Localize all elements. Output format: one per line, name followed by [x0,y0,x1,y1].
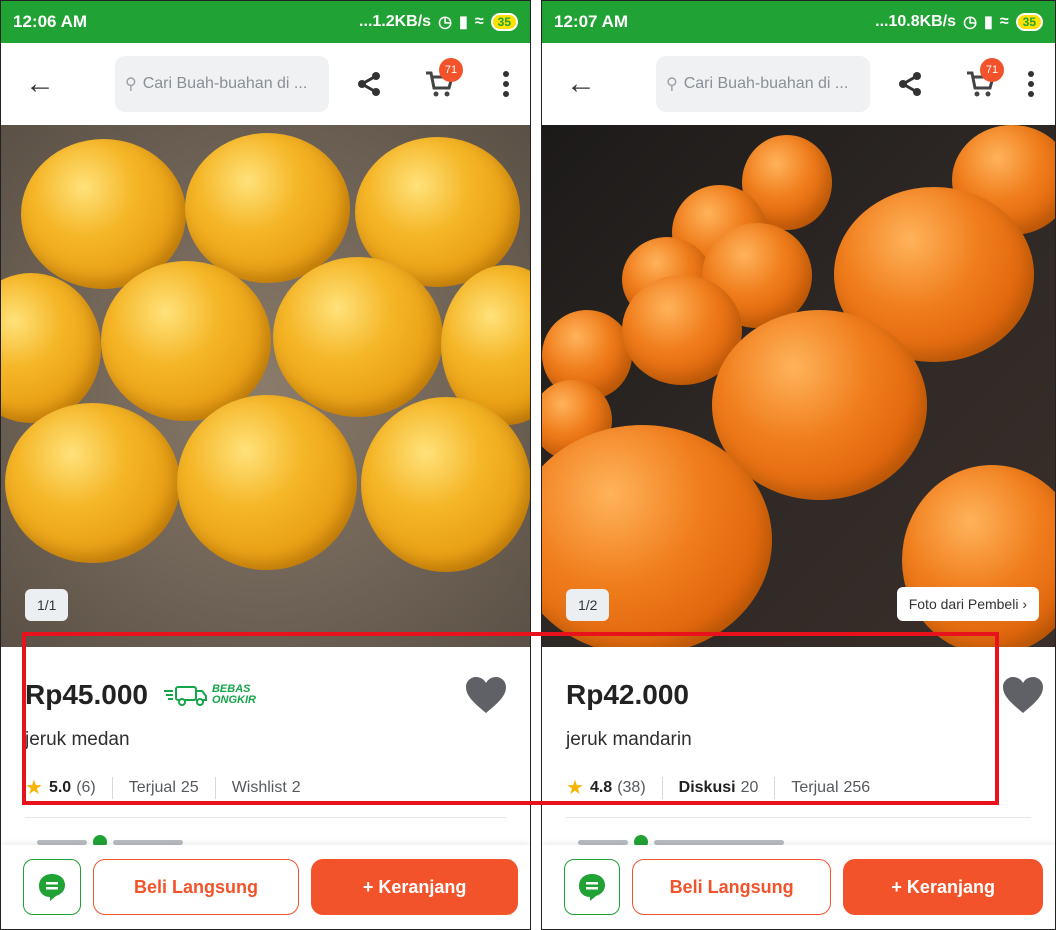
wifi-icon: ≈ [999,13,1009,30]
more-options-icon[interactable] [496,71,516,97]
back-arrow-icon[interactable]: ← [25,67,65,101]
rating-count[interactable]: (6) [76,779,96,797]
search-icon: ⚲ [666,76,678,93]
wishlist-label: Wishlist [231,778,287,796]
chat-icon [38,874,65,901]
product-price: Rp42.000 [566,679,689,710]
product-name: jeruk mandarin [566,729,692,750]
product-photo[interactable]: 1/1 [1,125,530,647]
sold-value: 25 [180,778,199,796]
sold-label: Terjual [791,778,839,796]
discussion-value: 20 [740,778,759,796]
buy-now-button[interactable]: Beli Langsung [631,859,832,915]
product-name: jeruk medan [25,729,130,750]
battery-icon: 35 [1015,13,1043,31]
buyer-photo-button[interactable]: Foto dari Pembeli › [896,587,1039,621]
share-icon[interactable] [349,70,389,98]
status-time: 12:06 AM [13,12,88,31]
wishlist-heart-icon[interactable] [464,675,508,715]
comparison-stage: 12:06 AM ...1.2KB/s ◷ ▮ ≈ 35 ← ⚲ Cari Bu… [0,0,1056,930]
product-stats: ★ 4.8 (38) Diskusi 20 Terjual 256 [566,775,1031,800]
chat-button[interactable] [23,859,81,915]
product-price: Rp45.000 [25,679,148,710]
search-icon: ⚲ [125,76,137,93]
signal-icon: ▮ [459,14,468,31]
buy-now-button[interactable]: Beli Langsung [92,859,300,915]
status-bar: 12:07 AM ...10.8KB/s ◷ ▮ ≈ 35 [542,1,1055,43]
star-icon: ★ [25,777,43,799]
section-divider [25,817,506,818]
rating-count[interactable]: (38) [617,779,645,797]
section-divider [566,817,1031,818]
sold-label: Terjual [128,778,176,796]
wishlist-heart-icon[interactable] [1001,675,1045,715]
add-to-cart-button[interactable]: + Keranjang [843,859,1043,915]
status-time: 12:07 AM [554,12,629,31]
product-info: Rp42.000 jeruk mandarin ★ 4.8 (38) Disku… [542,647,1055,800]
cart-count-badge: 71 [439,58,463,82]
product-photo[interactable]: 1/2 Foto dari Pembeli › [542,125,1055,647]
cart-icon[interactable]: 71 [419,58,463,98]
rating-value: 5.0 [48,778,72,796]
battery-icon: 35 [490,13,518,31]
product-info: Rp45.000 BEBAS ONGKIR jeruk medan ★ 5.0 (… [1,647,530,800]
truck-icon [163,686,207,706]
discussion-label[interactable]: Diskusi [679,779,736,797]
alarm-icon: ◷ [438,14,453,31]
photo-counter: 1/2 [566,589,610,621]
wishlist-value: 2 [291,778,301,796]
free-shipping-badge: BEBAS ONGKIR [162,684,256,706]
back-arrow-icon[interactable]: ← [566,67,606,101]
bottom-action-bar: Beli Langsung + Keranjang [542,845,1055,929]
wifi-icon: ≈ [474,13,484,30]
photo-counter: 1/1 [25,589,69,621]
search-input[interactable]: ⚲ Cari Buah-buahan di ... [115,56,329,112]
cart-icon[interactable]: 71 [960,58,1004,98]
share-icon[interactable] [890,70,930,98]
chat-button[interactable] [564,859,620,915]
top-app-bar: ← ⚲ Cari Buah-buahan di ... 71 [542,43,1055,125]
network-speed: ...1.2KB/s [359,13,432,30]
star-icon: ★ [566,777,584,799]
signal-icon: ▮ [984,14,993,31]
alarm-icon: ◷ [963,14,978,31]
network-speed: ...10.8KB/s [875,13,957,30]
add-to-cart-button[interactable]: + Keranjang [311,859,518,915]
top-app-bar: ← ⚲ Cari Buah-buahan di ... 71 [1,43,530,125]
bottom-action-bar: Beli Langsung + Keranjang [1,845,530,929]
search-placeholder: Cari Buah-buahan di ... [142,75,308,92]
search-placeholder: Cari Buah-buahan di ... [683,75,849,92]
status-bar: 12:06 AM ...1.2KB/s ◷ ▮ ≈ 35 [1,1,530,43]
phone-screen-right: 12:07 AM ...10.8KB/s ◷ ▮ ≈ 35 ← ⚲ Cari B… [541,0,1056,930]
free-shipping-line2: ONGKIR [211,694,256,706]
more-options-icon[interactable] [1021,71,1041,97]
chevron-right-icon: › [1022,596,1027,612]
chat-icon [578,874,605,901]
cart-count-badge: 71 [980,58,1004,82]
search-input[interactable]: ⚲ Cari Buah-buahan di ... [656,56,870,112]
phone-screen-left: 12:06 AM ...1.2KB/s ◷ ▮ ≈ 35 ← ⚲ Cari Bu… [0,0,531,930]
rating-value: 4.8 [589,778,613,796]
sold-value: 256 [843,778,871,796]
product-stats: ★ 5.0 (6) Terjual 25 Wishlist 2 [25,775,506,800]
